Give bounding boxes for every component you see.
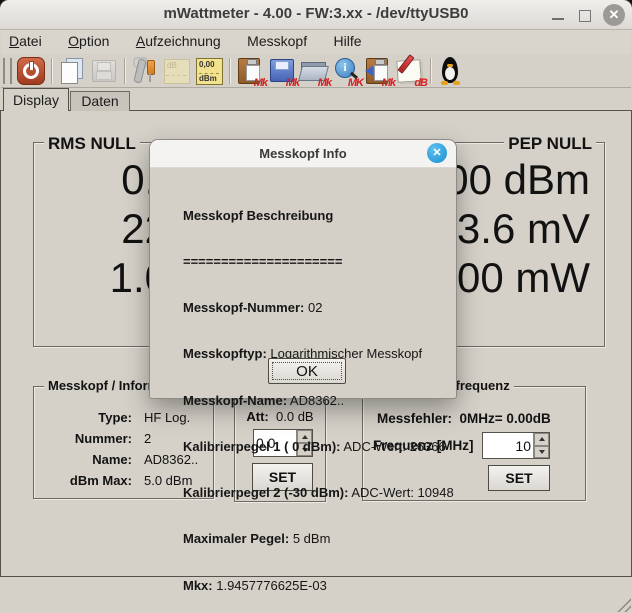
titlebar: mWattmeter - 4.00 - FW:3.xx - /dev/ttyUS… bbox=[0, 0, 632, 30]
toolbar-separator bbox=[51, 58, 52, 84]
tools-button[interactable] bbox=[130, 56, 160, 86]
minimize-icon bbox=[552, 18, 564, 20]
tux-penguin-icon bbox=[441, 57, 460, 84]
menu-item-option[interactable]: Option bbox=[57, 30, 120, 54]
frequenz-spin-down-button[interactable] bbox=[534, 446, 549, 459]
menu-item-hilfe[interactable]: Hilfe bbox=[323, 30, 373, 54]
frequenz-set-button[interactable]: SET bbox=[488, 465, 550, 491]
minimize-button[interactable] bbox=[548, 4, 570, 26]
ok-button[interactable]: OK bbox=[268, 358, 346, 384]
open-mk-button[interactable]: Mk bbox=[299, 56, 329, 86]
toolbar-separator bbox=[430, 58, 431, 84]
new-file-button[interactable] bbox=[57, 56, 87, 86]
window-title: mWattmeter - 4.00 - FW:3.xx - /dev/ttyUS… bbox=[0, 5, 632, 22]
paste-mk-button[interactable]: Mk bbox=[235, 56, 265, 86]
messkopf-info-dialog: Messkopf Info ✕ Messkopf Beschreibung ==… bbox=[150, 140, 456, 398]
dialog-line: Messkopf Beschreibung bbox=[183, 208, 454, 223]
menubar: Datei Option Aufzeichnung Messkopf Hilfe bbox=[1, 30, 631, 54]
toolbar-separator bbox=[124, 58, 125, 84]
dialog-line: Mkx: 1.9457776625E-03 bbox=[183, 578, 454, 593]
save-button bbox=[89, 56, 119, 86]
close-button[interactable]: ✕ bbox=[603, 4, 625, 26]
tab-display[interactable]: Display bbox=[3, 88, 69, 111]
dialog-line: Messkopf-Name: AD8362.. bbox=[183, 393, 454, 408]
pep-null-title: PEP NULL bbox=[504, 134, 596, 154]
dialog-title: Messkopf Info bbox=[150, 146, 456, 161]
dbm-value-icon: 0,00 dBm bbox=[196, 58, 223, 85]
frequenz-spin-up-button[interactable] bbox=[534, 433, 549, 446]
db-note-button: dB bbox=[162, 56, 192, 86]
dialog-line: Maximaler Pegel: 5 dBm bbox=[183, 531, 454, 546]
frequenz-spinbox bbox=[482, 432, 550, 459]
dialog-line: Messkopf-Nummer: 02 bbox=[183, 300, 454, 315]
toolbar-handle[interactable] bbox=[3, 58, 12, 84]
tab-daten[interactable]: Daten bbox=[70, 91, 130, 111]
spin-up-icon bbox=[539, 437, 545, 441]
spin-down-icon bbox=[539, 450, 545, 454]
dialog-line: Kalibrierpegel 1 ( 0 dBm): ADC-Wert: 263… bbox=[183, 439, 454, 454]
edit-db-button[interactable]: dB bbox=[395, 56, 425, 86]
dbm-display-button[interactable]: 0,00 dBm bbox=[194, 56, 224, 86]
app-window: mWattmeter - 4.00 - FW:3.xx - /dev/ttyUS… bbox=[0, 0, 632, 613]
tux-button[interactable] bbox=[436, 56, 466, 86]
dialog-close-button[interactable]: ✕ bbox=[427, 143, 447, 163]
load-mk-button[interactable]: Mk bbox=[363, 56, 393, 86]
power-button[interactable] bbox=[16, 56, 46, 86]
maximize-icon bbox=[579, 10, 591, 22]
save-mk-button[interactable]: Mk bbox=[267, 56, 297, 86]
close-icon: ✕ bbox=[609, 7, 620, 22]
dialog-header[interactable]: Messkopf Info ✕ bbox=[150, 140, 456, 168]
toolbar-separator bbox=[229, 58, 230, 84]
dialog-close-icon: ✕ bbox=[432, 147, 441, 159]
dialog-text: Messkopf Beschreibung ==================… bbox=[183, 177, 454, 613]
toolbar: dB 0,00 dBm Mk Mk Mk i MK M bbox=[1, 54, 631, 88]
messfehler-value: 0MHz= 0.00dB bbox=[460, 411, 551, 426]
rms-null-title: RMS NULL bbox=[44, 134, 140, 154]
maximize-button[interactable] bbox=[574, 4, 596, 26]
menu-item-messkopf[interactable]: Messkopf bbox=[236, 30, 318, 54]
info-mk-button[interactable]: i MK bbox=[331, 56, 361, 86]
menu-item-datei[interactable]: Datei bbox=[0, 30, 53, 54]
ok-focus-ring bbox=[272, 362, 342, 380]
menu-item-aufzeichnung[interactable]: Aufzeichnung bbox=[125, 30, 232, 54]
dialog-line: Kalibrierpegel 2 (-30 dBm): ADC-Wert: 10… bbox=[183, 485, 454, 500]
dialog-line: ===================== bbox=[183, 254, 454, 269]
resize-grip[interactable] bbox=[617, 598, 631, 612]
save-floppy-icon bbox=[92, 60, 116, 82]
db-note-icon: dB bbox=[164, 59, 190, 84]
